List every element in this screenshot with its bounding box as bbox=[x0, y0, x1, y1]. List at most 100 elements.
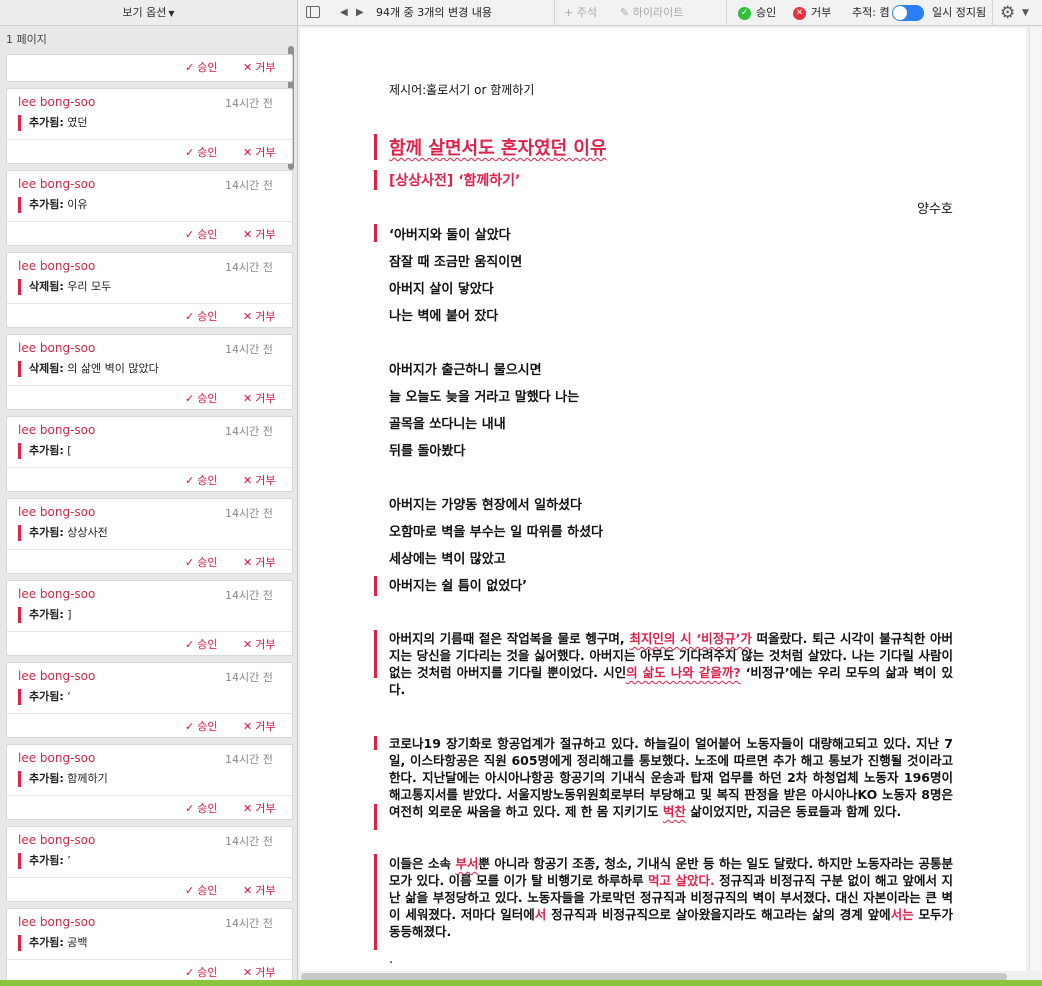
approve-button[interactable]: ✓ 승인 bbox=[185, 472, 217, 488]
reject-button[interactable]: ✕ 거부 bbox=[243, 472, 275, 488]
approve-button[interactable]: ✓ 승인 bbox=[185, 226, 217, 242]
change-author: lee bong-soo bbox=[18, 259, 96, 273]
approve-button[interactable]: ✓ 승인 bbox=[185, 144, 217, 160]
change-card[interactable]: lee bong-soo 14시간 전 삭제됨: 우리 모두 ✓ 승인 ✕ 거부 bbox=[6, 252, 293, 328]
check-icon: ✓ bbox=[185, 392, 195, 405]
check-icon: ✓ bbox=[185, 61, 195, 74]
change-card[interactable]: lee bong-soo 14시간 전 추가됨: 이유 ✓ 승인 ✕ 거부 bbox=[6, 170, 293, 246]
change-card[interactable]: ✓ 승인 ✕ 거부 bbox=[6, 54, 293, 82]
change-author: lee bong-soo bbox=[18, 341, 96, 355]
change-card[interactable]: lee bong-soo 14시간 전 추가됨: ‘ ✓ 승인 ✕ 거부 bbox=[6, 662, 293, 738]
poem-line: 나는 벽에 붙어 잤다 bbox=[389, 309, 499, 324]
change-author: lee bong-soo bbox=[18, 915, 96, 929]
approve-button[interactable]: ✓ 승인 bbox=[185, 964, 217, 980]
approve-button[interactable]: ✓ 승인 bbox=[185, 718, 217, 734]
reject-button[interactable]: ✕ 거부 bbox=[243, 59, 275, 75]
pause-status: 일시 정지됨 bbox=[932, 6, 987, 19]
reject-button[interactable]: ✕ 거부 bbox=[243, 390, 275, 406]
change-time: 14시간 전 bbox=[225, 671, 273, 684]
change-card[interactable]: lee bong-soo 14시간 전 추가됨: 공백 ✓ 승인 ✕ 거부 bbox=[6, 908, 293, 984]
check-icon: ✓ bbox=[185, 638, 195, 651]
change-author: lee bong-soo bbox=[18, 833, 96, 847]
change-card[interactable]: lee bong-soo 14시간 전 추가됨: ’ ✓ 승인 ✕ 거부 bbox=[6, 826, 293, 902]
reject-button[interactable]: ✕ 거부 bbox=[243, 718, 275, 734]
change-author: lee bong-soo bbox=[18, 751, 96, 765]
change-author: lee bong-soo bbox=[18, 587, 96, 601]
reject-button[interactable]: ✕ 거부 bbox=[243, 226, 275, 242]
approve-button[interactable]: ✓ 승인 bbox=[185, 636, 217, 652]
change-text: 의 삶엔 벽이 많았다 bbox=[67, 362, 159, 375]
change-card[interactable]: lee bong-soo 14시간 전 추가됨: ] ✓ 승인 ✕ 거부 bbox=[6, 580, 293, 656]
change-bar bbox=[374, 736, 377, 750]
approve-button[interactable]: ✓ 승인 bbox=[185, 59, 217, 75]
change-description: 추가됨: 였던 bbox=[18, 115, 88, 131]
add-comment-button[interactable]: + 주석 bbox=[564, 0, 597, 26]
change-card[interactable]: lee bong-soo 14시간 전 삭제됨: 의 삶엔 벽이 많았다 ✓ 승인 ✕ 거부 bbox=[6, 334, 293, 410]
approve-button[interactable]: ✓ 승인 bbox=[185, 800, 217, 816]
accept-button[interactable]: ✓ 승인 bbox=[738, 0, 776, 26]
changes-sidebar: 보기 옵션 ▼ 1 페이지 ✓ 승인 ✕ 거부 lee bong-soo 14시간 전추… bbox=[0, 0, 298, 986]
reject-button[interactable]: ✕ 거부 bbox=[243, 144, 275, 160]
track-changes-toggle[interactable] bbox=[892, 5, 924, 21]
doc-author: 양수호 bbox=[917, 202, 953, 217]
reject-button[interactable]: ✕ 거부 bbox=[243, 964, 275, 980]
check-icon: ✓ bbox=[185, 474, 195, 487]
poem-line: 아버지는 가양동 현장에서 일하셨다 bbox=[389, 498, 582, 513]
card-actions: ✓ 승인 ✕ 거부 bbox=[7, 549, 292, 573]
reject-button[interactable]: ✕ 거부 bbox=[793, 0, 831, 26]
change-card[interactable]: lee bong-soo 14시간 전 추가됨: 상상사전 ✓ 승인 ✕ 거부 bbox=[6, 498, 293, 574]
change-cards: lee bong-soo 14시간 전 추가됨: 였던 ✓ 승인 ✕ 거부 lee bong-… bbox=[6, 88, 293, 984]
approve-button[interactable]: ✓ 승인 bbox=[185, 308, 217, 324]
toolbar-divider bbox=[554, 0, 555, 26]
track-changes-label: 추적: 켬 bbox=[852, 6, 890, 19]
reject-button[interactable]: ✕ 거부 bbox=[243, 636, 275, 652]
x-icon: ✕ bbox=[243, 720, 253, 733]
review-toolbar: ◀ ▶ 94개 중 3개의 변경 내용 + 주석 ✎ 하이라이트 ✓ 승인 ✕ 거부… bbox=[298, 0, 1042, 26]
check-icon: ✓ bbox=[185, 802, 195, 815]
approve-button[interactable]: ✓ 승인 bbox=[185, 390, 217, 406]
change-list: ✓ 승인 ✕ 거부 lee bong-soo 14시간 전 추가됨: 였던 ✓ 승인 ✕ 거부 l… bbox=[6, 54, 293, 986]
change-kind: 추가됨: bbox=[29, 526, 64, 539]
check-icon: ✓ bbox=[185, 228, 195, 241]
view-options-dropdown[interactable]: 보기 옵션 ▼ bbox=[0, 0, 297, 26]
poem-line: ‘아버지와 둘이 살았다 bbox=[389, 228, 511, 243]
change-description: 삭제됨: 우리 모두 bbox=[18, 279, 111, 295]
change-card[interactable]: lee bong-soo 14시간 전 추가됨: 함께하기 ✓ 승인 ✕ 거부 bbox=[6, 744, 293, 820]
change-card[interactable]: lee bong-soo 14시간 전 추가됨: 였던 ✓ 승인 ✕ 거부 bbox=[6, 88, 293, 164]
change-bar bbox=[374, 804, 377, 830]
document-page[interactable]: 제시어:홀로서기 or 함께하기 함께 살면서도 혼자였던 이유 [상상사전] … bbox=[300, 28, 1026, 971]
poem-line: 골목을 쏘다니는 내내 bbox=[389, 417, 506, 432]
chevron-down-icon[interactable]: ▼ bbox=[1022, 0, 1029, 26]
change-description: 추가됨: ] bbox=[18, 607, 72, 623]
card-actions: ✓ 승인 ✕ 거부 bbox=[7, 385, 292, 409]
change-card[interactable]: lee bong-soo 14시간 전 추가됨: [✓ 승인 ✕ 거부 bbox=[6, 416, 293, 492]
poem-line: 오함마로 벽을 부수는 일 따위를 하셨다 bbox=[389, 525, 603, 540]
reject-button[interactable]: ✕ 거부 bbox=[243, 882, 275, 898]
gear-icon[interactable]: ⚙ bbox=[1000, 0, 1015, 26]
change-text: 함께하기 bbox=[67, 772, 108, 785]
approve-button[interactable]: ✓ 승인 bbox=[185, 554, 217, 570]
approve-button[interactable]: ✓ 승인 bbox=[185, 882, 217, 898]
change-count: 94개 중 3개의 변경 내용 bbox=[376, 6, 492, 19]
highlight-button[interactable]: ✎ 하이라이트 bbox=[620, 0, 683, 26]
reject-button[interactable]: ✕ 거부 bbox=[243, 308, 275, 324]
change-description: 추가됨: 이유 bbox=[18, 197, 88, 213]
change-author: lee bong-soo bbox=[18, 423, 96, 437]
card-actions: ✓ 승인 ✕ 거부 bbox=[7, 467, 292, 491]
next-change-button[interactable]: ▶ bbox=[356, 0, 364, 26]
check-icon: ✓ bbox=[185, 310, 195, 323]
sidebar-toggle-icon[interactable] bbox=[306, 6, 320, 18]
change-text: [ bbox=[67, 444, 72, 457]
paragraph-3: 이들은 소속 부서뿐 아니라 항공기 조종, 청소, 기내식 운반 등 하는 일… bbox=[389, 856, 953, 939]
previous-change-button[interactable]: ◀ bbox=[340, 0, 348, 26]
change-bar bbox=[374, 576, 377, 596]
reject-button[interactable]: ✕ 거부 bbox=[243, 554, 275, 570]
doc-title: 함께 살면서도 혼자였던 이유 bbox=[389, 138, 607, 159]
document-vertical-scrollbar[interactable] bbox=[1029, 27, 1041, 971]
check-icon: ✓ bbox=[185, 146, 195, 159]
x-icon: ✕ bbox=[243, 310, 253, 323]
change-author: lee bong-soo bbox=[18, 95, 96, 109]
change-kind: 추가됨: bbox=[29, 116, 64, 129]
reject-button[interactable]: ✕ 거부 bbox=[243, 800, 275, 816]
toolbar-divider bbox=[992, 0, 993, 26]
